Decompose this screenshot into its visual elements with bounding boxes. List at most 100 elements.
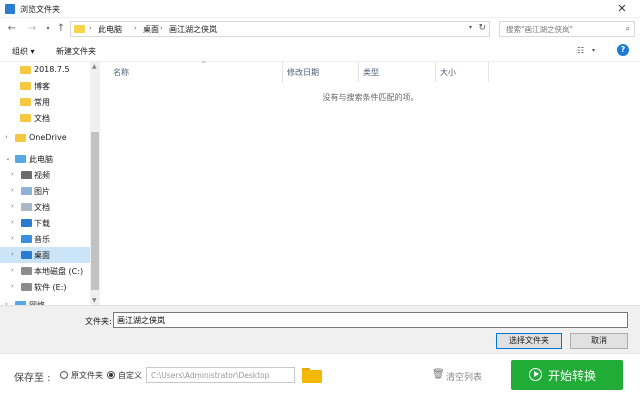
up-arrow-icon[interactable]: ↑ (55, 22, 67, 36)
trash-icon[interactable]: 🗑 (432, 369, 445, 380)
cancel-button[interactable]: 取消 (570, 333, 628, 349)
nav-item-videos[interactable]: › 视频 (0, 167, 90, 183)
breadcrumb-separator-icon[interactable]: › (89, 24, 92, 32)
play-icon (529, 368, 542, 381)
nav-item-local-disk-c[interactable]: › 本地磁盘 (C:) (0, 263, 90, 279)
breadcrumb-separator-icon[interactable]: › (160, 24, 163, 32)
start-convert-button[interactable]: 开始转换 (511, 360, 623, 390)
nav-item-network[interactable]: › 网络 (0, 297, 90, 305)
view-options-icon[interactable]: ☷ (577, 46, 584, 55)
folder-icon (15, 134, 26, 142)
nav-item-downloads[interactable]: › 下载 (0, 215, 90, 231)
document-icon (21, 203, 32, 211)
search-box[interactable]: ⌕ (499, 21, 635, 37)
expand-chevron-icon[interactable]: › (11, 250, 14, 258)
start-convert-label: 开始转换 (548, 369, 597, 383)
new-folder-button[interactable]: 新建文件夹 (56, 46, 96, 57)
recent-locations-chevron-icon[interactable]: ▾ (42, 22, 54, 36)
folder-icon (20, 114, 31, 122)
expand-chevron-icon[interactable]: › (11, 234, 14, 242)
close-button[interactable]: ✕ (604, 0, 640, 18)
app-icon (5, 4, 15, 14)
help-icon[interactable]: ? (617, 44, 629, 56)
nav-item-pictures[interactable]: › 图片 (0, 183, 90, 199)
clear-list-button[interactable]: 清空列表 (446, 370, 482, 383)
nav-item-documents[interactable]: › 文档 (0, 199, 90, 215)
scroll-up-arrow-icon[interactable]: ▲ (92, 63, 97, 70)
window-title: 浏览文件夹 (20, 5, 60, 14)
folder-selection-bar: 文件夹: 选择文件夹 取消 (0, 305, 640, 353)
nav-item-label: 视频 (34, 171, 50, 180)
folder-name-input[interactable] (113, 312, 628, 328)
folder-icon (20, 82, 31, 90)
folder-field-label: 文件夹: (85, 317, 112, 326)
drive-icon (21, 283, 32, 291)
expand-chevron-icon[interactable]: › (11, 266, 14, 274)
custom-folder-label[interactable]: 自定义 (118, 370, 142, 381)
nav-item-2018-7-5[interactable]: 2018.7.5 (0, 62, 90, 78)
navigation-pane[interactable]: 2018.7.5 博客 常用 文档 › OneDrive ⌄ 此电脑 › 视频 … (0, 62, 101, 305)
breadcrumb-this-pc[interactable]: 此电脑 (98, 24, 122, 35)
nav-item-docs-folder[interactable]: 文档 (0, 110, 90, 126)
empty-results-message: 没有与搜索条件匹配的项。 (322, 93, 419, 102)
nav-item-music[interactable]: › 音乐 (0, 231, 90, 247)
collapse-chevron-icon[interactable]: ⌄ (5, 154, 11, 162)
column-header-size[interactable]: 大小 (436, 62, 489, 82)
original-folder-radio[interactable] (60, 371, 68, 379)
column-header-date-modified[interactable]: 修改日期 (283, 62, 359, 82)
column-header-type[interactable]: 类型 (359, 62, 436, 82)
browse-folder-icon[interactable] (302, 368, 322, 383)
organize-menu[interactable]: 组织 ▾ (12, 46, 35, 57)
music-icon (21, 235, 32, 243)
nav-item-label: 2018.7.5 (34, 65, 70, 74)
nav-item-label: 文档 (34, 114, 50, 123)
nav-item-label: OneDrive (29, 133, 67, 142)
expand-chevron-icon[interactable]: › (11, 218, 14, 226)
nav-item-software-e[interactable]: › 软件 (E:) (0, 279, 90, 295)
nav-item-onedrive[interactable]: › OneDrive (0, 130, 90, 146)
nav-item-label: 下载 (34, 219, 50, 228)
original-folder-label[interactable]: 原文件夹 (71, 370, 103, 381)
expand-chevron-icon[interactable]: › (11, 170, 14, 178)
scrollbar-thumb[interactable] (91, 132, 99, 290)
expand-chevron-icon[interactable]: › (11, 202, 14, 210)
nav-item-label: 常用 (34, 98, 50, 107)
column-header-label: 修改日期 (287, 68, 319, 77)
nav-item-desktop[interactable]: › 桌面 (0, 247, 90, 263)
output-path-input[interactable] (146, 367, 295, 383)
drive-icon (21, 267, 32, 275)
column-header-name[interactable]: 名称 ^ (109, 61, 283, 82)
custom-folder-radio[interactable] (107, 371, 115, 379)
refresh-icon[interactable]: ↻ (478, 23, 486, 33)
nav-item-label: 软件 (E:) (34, 283, 67, 292)
expand-chevron-icon[interactable]: › (11, 186, 14, 194)
view-dropdown-chevron-icon[interactable]: ▾ (592, 47, 595, 54)
column-header-label: 名称 (113, 68, 129, 77)
nav-item-label: 图片 (34, 187, 50, 196)
expand-chevron-icon[interactable]: › (11, 282, 14, 290)
nav-item-label: 音乐 (34, 235, 50, 244)
folder-icon (20, 98, 31, 106)
file-list-pane[interactable]: 名称 ^ 修改日期 类型 大小 没有与搜索条件匹配的项。 (101, 61, 640, 305)
forward-arrow-icon[interactable]: → (26, 22, 38, 36)
address-row: ← → ▾ ↑ › 此电脑 › 桌面 › 画江湖之侠岚 ▾ ↻ ⌕ (0, 18, 640, 40)
nav-item-this-pc[interactable]: ⌄ 此电脑 (0, 151, 90, 167)
breadcrumb-separator-icon[interactable]: › (134, 24, 137, 32)
scroll-down-arrow-icon[interactable]: ▼ (92, 297, 97, 304)
nav-item-label: 文档 (34, 203, 50, 212)
breadcrumb-current-folder[interactable]: 画江湖之侠岚 (169, 24, 217, 35)
search-input[interactable] (500, 22, 618, 36)
select-folder-button[interactable]: 选择文件夹 (496, 333, 562, 349)
back-arrow-icon[interactable]: ← (6, 22, 18, 36)
nav-item-label: 桌面 (34, 251, 50, 260)
folder-icon (74, 25, 85, 33)
nav-item-common[interactable]: 常用 (0, 94, 90, 110)
expand-chevron-icon[interactable]: › (5, 133, 8, 141)
address-dropdown-icon[interactable]: ▾ (469, 24, 472, 31)
nav-pane-scrollbar[interactable]: ▲ ▼ (90, 62, 100, 305)
address-bar[interactable]: › 此电脑 › 桌面 › 画江湖之侠岚 ▾ ↻ (70, 21, 490, 37)
breadcrumb-desktop[interactable]: 桌面 (143, 24, 159, 35)
column-header-label: 大小 (440, 68, 456, 77)
nav-item-blog[interactable]: 博客 (0, 78, 90, 94)
search-icon[interactable]: ⌕ (626, 24, 630, 34)
